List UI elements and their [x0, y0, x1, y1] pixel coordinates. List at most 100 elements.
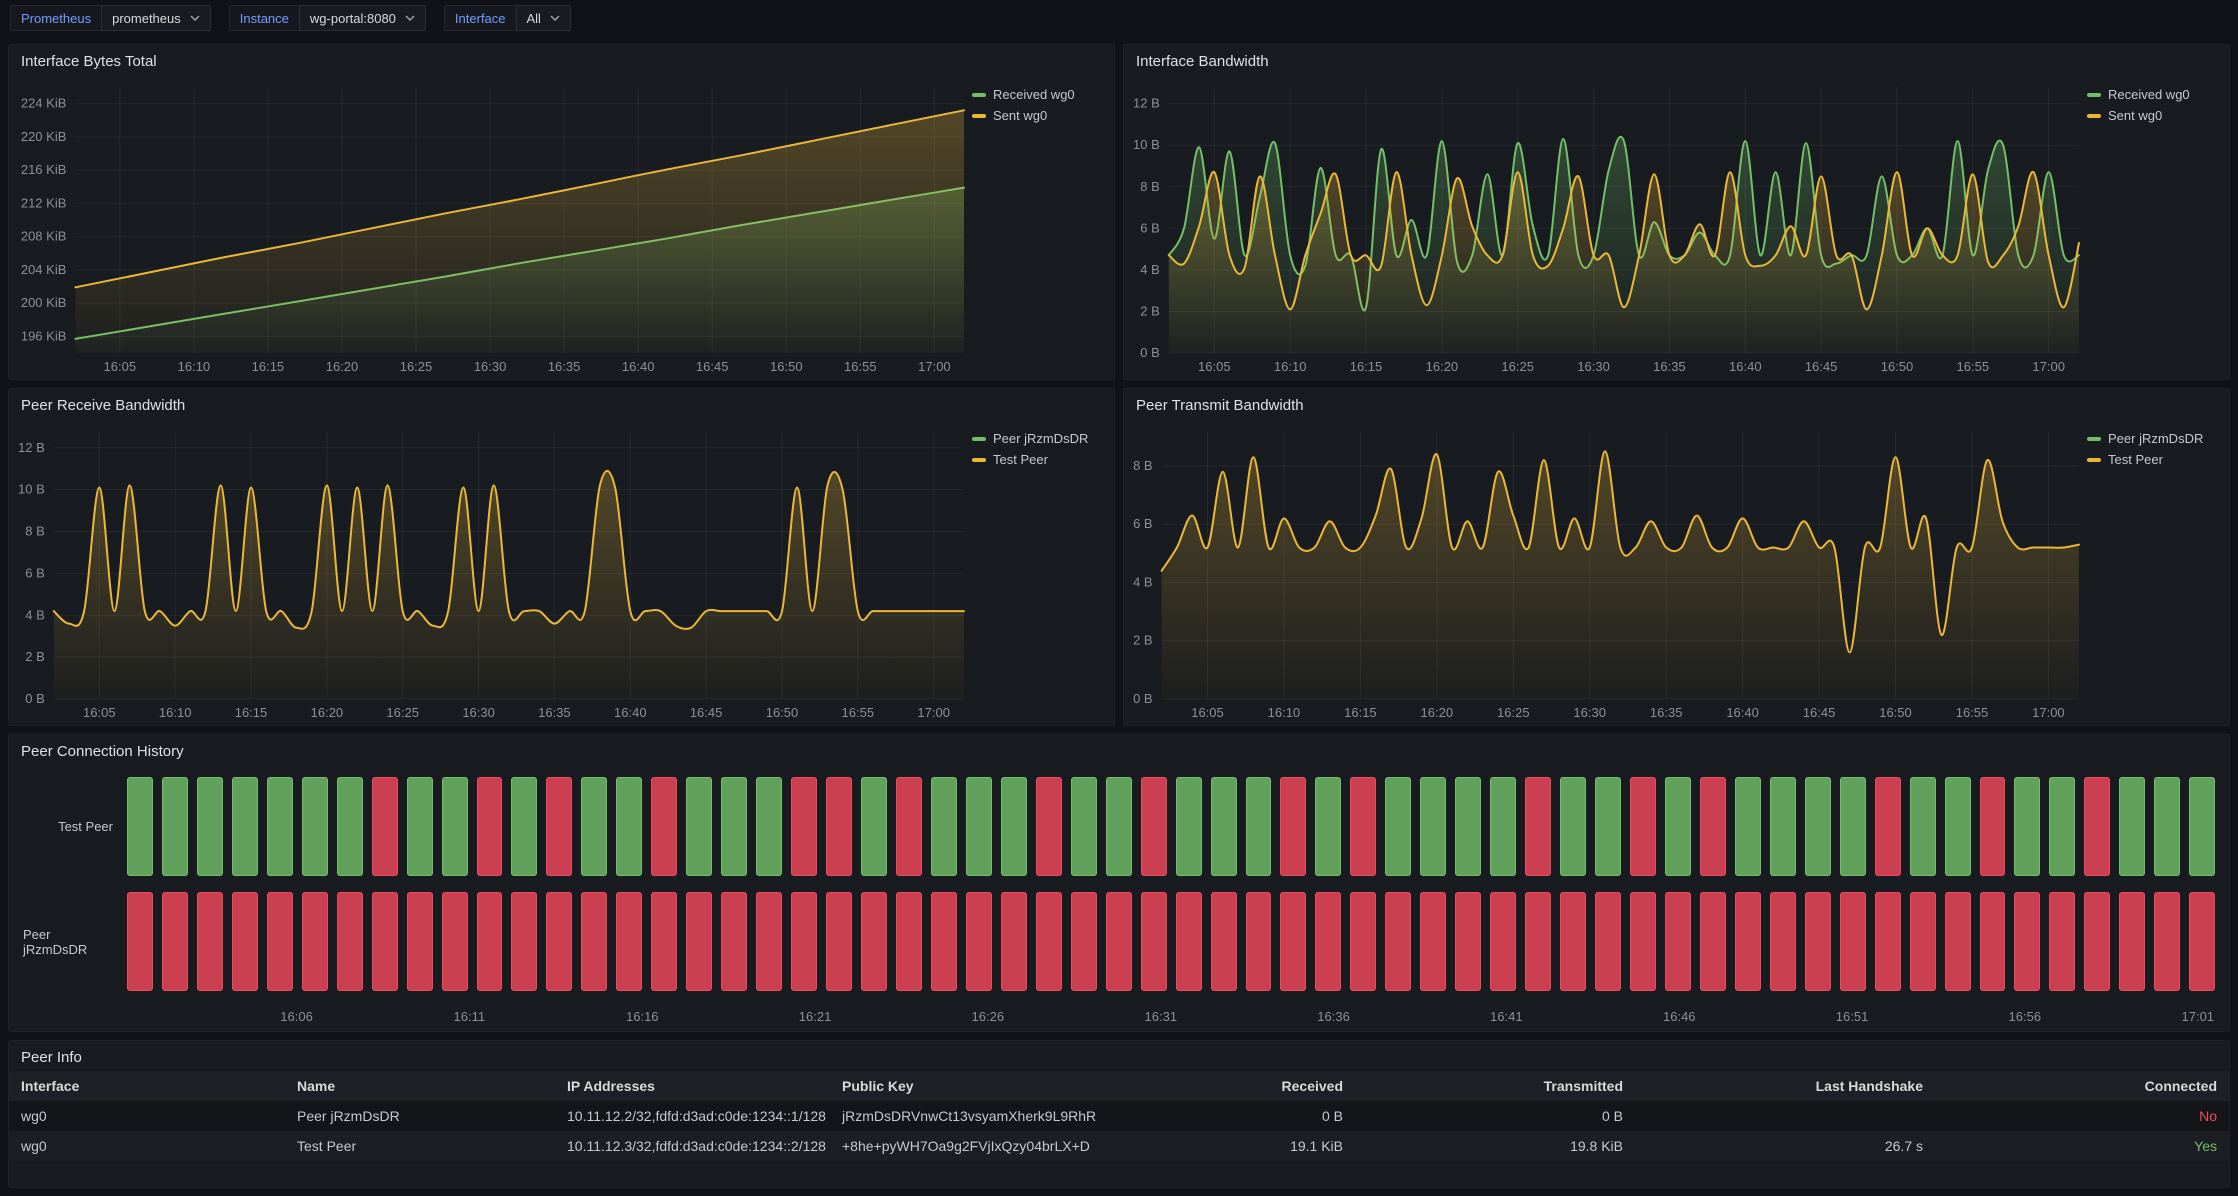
state-bar-disconnected[interactable] — [1211, 892, 1237, 991]
state-bar-disconnected[interactable] — [1770, 892, 1796, 991]
state-bar-disconnected[interactable] — [1350, 777, 1376, 876]
column-header[interactable]: Transmitted — [1355, 1071, 1635, 1101]
panel-header[interactable]: Interface Bytes Total — [9, 45, 1114, 75]
state-bar-disconnected[interactable] — [1315, 892, 1341, 991]
state-bar-disconnected[interactable] — [1875, 892, 1901, 991]
state-bar-disconnected[interactable] — [1525, 777, 1551, 876]
state-bar-disconnected[interactable] — [511, 892, 537, 991]
column-header[interactable]: Last Handshake — [1635, 1071, 1935, 1101]
state-bar-connected[interactable] — [2049, 777, 2075, 876]
state-bar-connected[interactable] — [2014, 777, 2040, 876]
state-bar-connected[interactable] — [1455, 777, 1481, 876]
state-bar-disconnected[interactable] — [826, 777, 852, 876]
state-bar-disconnected[interactable] — [1280, 777, 1306, 876]
state-bar-disconnected[interactable] — [1665, 892, 1691, 991]
state-bar-disconnected[interactable] — [372, 892, 398, 991]
state-bar-disconnected[interactable] — [372, 777, 398, 876]
panel-header[interactable]: Peer Info — [9, 1041, 2229, 1071]
table-row[interactable]: wg0Peer jRzmDsDR10.11.12.2/32,fdfd:d3ad:… — [9, 1101, 2229, 1131]
state-bar-disconnected[interactable] — [861, 892, 887, 991]
legend-item[interactable]: Peer jRzmDsDR — [2087, 431, 2221, 446]
state-bar-disconnected[interactable] — [1595, 892, 1621, 991]
state-bar-disconnected[interactable] — [756, 892, 782, 991]
state-bar-disconnected[interactable] — [1036, 892, 1062, 991]
state-bar-disconnected[interactable] — [1875, 777, 1901, 876]
state-bar-connected[interactable] — [616, 777, 642, 876]
state-bar-disconnected[interactable] — [2154, 892, 2180, 991]
state-bar-disconnected[interactable] — [1350, 892, 1376, 991]
state-bar-disconnected[interactable] — [232, 892, 258, 991]
column-header[interactable]: Name — [285, 1071, 555, 1101]
interface-bandwidth-chart[interactable]: 0 B2 B4 B6 B8 B10 B12 B16:0516:1016:1516… — [1124, 75, 2087, 379]
state-bar-disconnected[interactable] — [1176, 892, 1202, 991]
state-bar-connected[interactable] — [966, 777, 992, 876]
state-bar-disconnected[interactable] — [407, 892, 433, 991]
state-bar-connected[interactable] — [686, 777, 712, 876]
state-bar-connected[interactable] — [721, 777, 747, 876]
state-bar-disconnected[interactable] — [896, 892, 922, 991]
state-bar-disconnected[interactable] — [616, 892, 642, 991]
column-header[interactable]: Interface — [9, 1071, 285, 1101]
state-bar-disconnected[interactable] — [2014, 892, 2040, 991]
state-bar-disconnected[interactable] — [1525, 892, 1551, 991]
state-bar-disconnected[interactable] — [791, 892, 817, 991]
state-bar-connected[interactable] — [1071, 777, 1097, 876]
state-bar-disconnected[interactable] — [651, 892, 677, 991]
state-bar-disconnected[interactable] — [337, 892, 363, 991]
state-bar-connected[interactable] — [1595, 777, 1621, 876]
state-bar-disconnected[interactable] — [1700, 892, 1726, 991]
panel-header[interactable]: Interface Bandwidth — [1124, 45, 2229, 75]
state-bar-disconnected[interactable] — [546, 892, 572, 991]
state-bar-disconnected[interactable] — [651, 777, 677, 876]
column-header[interactable]: IP Addresses — [555, 1071, 830, 1101]
state-bar-connected[interactable] — [861, 777, 887, 876]
state-bar-connected[interactable] — [1805, 777, 1831, 876]
state-bar-connected[interactable] — [267, 777, 293, 876]
state-bar-disconnected[interactable] — [686, 892, 712, 991]
legend-item[interactable]: Sent wg0 — [972, 108, 1106, 123]
state-bar-disconnected[interactable] — [721, 892, 747, 991]
state-bar-disconnected[interactable] — [1840, 892, 1866, 991]
state-bar-disconnected[interactable] — [1420, 892, 1446, 991]
state-bar-connected[interactable] — [1945, 777, 1971, 876]
panel-header[interactable]: Peer Connection History — [9, 735, 2229, 765]
state-bar-disconnected[interactable] — [1385, 892, 1411, 991]
state-bar-connected[interactable] — [1211, 777, 1237, 876]
state-bar-connected[interactable] — [1840, 777, 1866, 876]
state-bar-connected[interactable] — [1560, 777, 1586, 876]
legend-item[interactable]: Received wg0 — [2087, 87, 2221, 102]
state-bar-disconnected[interactable] — [197, 892, 223, 991]
state-bar-disconnected[interactable] — [2084, 892, 2110, 991]
state-bar-disconnected[interactable] — [826, 892, 852, 991]
state-bar-connected[interactable] — [2189, 777, 2215, 876]
state-bar-disconnected[interactable] — [966, 892, 992, 991]
state-bar-connected[interactable] — [581, 777, 607, 876]
state-bar-disconnected[interactable] — [1246, 892, 1272, 991]
legend-item[interactable]: Peer jRzmDsDR — [972, 431, 1106, 446]
state-bar-disconnected[interactable] — [1980, 892, 2006, 991]
state-bar-connected[interactable] — [1420, 777, 1446, 876]
state-bar-disconnected[interactable] — [2189, 892, 2215, 991]
state-bar-connected[interactable] — [1315, 777, 1341, 876]
state-bar-connected[interactable] — [1106, 777, 1132, 876]
state-bar-connected[interactable] — [1385, 777, 1411, 876]
state-bar-disconnected[interactable] — [1735, 892, 1761, 991]
state-bar-connected[interactable] — [1910, 777, 1936, 876]
state-bar-connected[interactable] — [1001, 777, 1027, 876]
variable-select-prometheus[interactable]: prometheus — [101, 5, 211, 31]
state-bar-connected[interactable] — [1665, 777, 1691, 876]
panel-header[interactable]: Peer Transmit Bandwidth — [1124, 389, 2229, 419]
interface-bytes-total-chart[interactable]: 196 KiB200 KiB204 KiB208 KiB212 KiB216 K… — [9, 75, 972, 379]
state-bar-connected[interactable] — [2119, 777, 2145, 876]
state-bar-disconnected[interactable] — [546, 777, 572, 876]
state-bar-disconnected[interactable] — [1141, 777, 1167, 876]
state-bar-disconnected[interactable] — [1106, 892, 1132, 991]
state-bar-connected[interactable] — [2154, 777, 2180, 876]
state-bar-disconnected[interactable] — [302, 892, 328, 991]
state-bar-connected[interactable] — [197, 777, 223, 876]
state-bar-disconnected[interactable] — [127, 892, 153, 991]
state-bar-disconnected[interactable] — [2119, 892, 2145, 991]
state-bar-disconnected[interactable] — [1036, 777, 1062, 876]
state-bar-connected[interactable] — [1176, 777, 1202, 876]
state-bar-disconnected[interactable] — [1980, 777, 2006, 876]
